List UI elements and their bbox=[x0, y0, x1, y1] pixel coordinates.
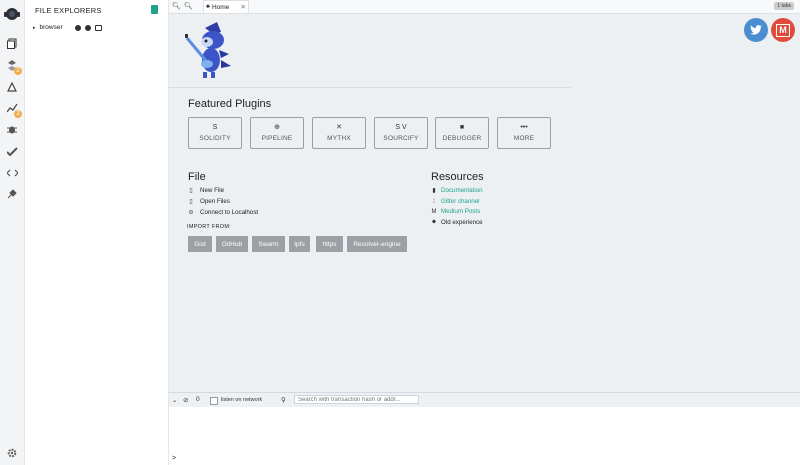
plugin-label: MORE bbox=[513, 135, 535, 142]
plugin-solidity-button[interactable]: S SOLIDITY bbox=[188, 117, 242, 149]
sourcify-icon: S V bbox=[395, 124, 407, 131]
medium-button[interactable]: M bbox=[771, 18, 795, 42]
plug-icon: ⊝ bbox=[188, 210, 194, 216]
tabs-count-badge[interactable]: 1 tabs bbox=[774, 2, 794, 10]
medium-small-icon: M bbox=[431, 208, 437, 215]
file-icon: ▯ bbox=[189, 199, 193, 205]
docs-icon[interactable] bbox=[151, 5, 158, 14]
medium-posts-link[interactable]: M Medium Posts bbox=[431, 208, 481, 215]
zoom-out-icon[interactable]: 🔍︎ bbox=[172, 2, 181, 10]
plugin-sourcify-button[interactable]: S V SOURCIFY bbox=[374, 117, 428, 149]
debugger-icon[interactable] bbox=[4, 122, 20, 136]
import-title: IMPORT FROM: bbox=[187, 224, 232, 230]
import-ipfs-button[interactable]: Ipfs bbox=[289, 236, 310, 252]
documentation-label: Documentation bbox=[441, 187, 483, 194]
plugin-label: DEBUGGER bbox=[442, 135, 482, 142]
import-swarm-button[interactable]: Swarm bbox=[252, 236, 285, 252]
plugin-label: SOLIDITY bbox=[199, 135, 231, 142]
book-icon: ▮ bbox=[432, 188, 436, 194]
twitter-icon bbox=[750, 25, 762, 35]
medium-posts-label: Medium Posts bbox=[441, 208, 481, 215]
medium-icon: M bbox=[776, 23, 790, 37]
pin-icon: ⬥ bbox=[431, 219, 437, 225]
pipeline-icon: ⊕ bbox=[274, 124, 280, 131]
icon-panel: 2 2 bbox=[0, 0, 25, 465]
terminal-search-input[interactable] bbox=[294, 395, 419, 404]
close-tab-icon[interactable]: ✕ bbox=[241, 3, 246, 11]
terminal-prompt: > bbox=[172, 455, 177, 462]
file-icon: ▯ bbox=[189, 188, 193, 194]
workspace-row[interactable]: ▸ browser bbox=[33, 24, 102, 31]
gitter-icon: ⁞ bbox=[433, 198, 435, 205]
terminal-toolbar: ⌄ ⊘ 0 listen on network ⚲ bbox=[169, 392, 800, 408]
add-file-icon[interactable] bbox=[74, 24, 81, 31]
github-icon[interactable] bbox=[84, 24, 91, 31]
plugin-icon[interactable] bbox=[4, 166, 20, 180]
analysis-badge: 2 bbox=[14, 110, 22, 118]
home-tab-label: Home bbox=[211, 3, 230, 11]
deploy-run-icon[interactable] bbox=[4, 80, 20, 94]
new-file-label: New File bbox=[200, 187, 225, 194]
search-icon: ⚲ bbox=[281, 397, 286, 404]
open-files-label: Open Files bbox=[200, 198, 230, 205]
tab-home[interactable]: ♣ Home ✕ bbox=[203, 0, 249, 13]
plugin-debugger-button[interactable]: ■ DEBUGGER bbox=[435, 117, 489, 149]
plugin-label: SOURCIFY bbox=[383, 135, 419, 142]
resources-title: Resources bbox=[431, 171, 484, 183]
gitter-label: Gitter channel bbox=[441, 198, 480, 205]
solidity-icon: S bbox=[212, 124, 218, 131]
plugin-label: MYTHX bbox=[327, 135, 351, 142]
plugin-manager-icon[interactable] bbox=[4, 187, 20, 201]
plugin-more-button[interactable]: ••• MORE bbox=[497, 117, 551, 149]
import-github-button[interactable]: GitHub bbox=[216, 236, 248, 252]
file-section-title: File bbox=[188, 171, 206, 183]
settings-icon[interactable] bbox=[4, 446, 20, 460]
connect-localhost-label: Connect to Localhost bbox=[200, 209, 259, 216]
import-resolver-engine-button[interactable]: Resolver-engine bbox=[347, 236, 407, 252]
pending-tx-count: 0 bbox=[196, 396, 200, 403]
listen-network-label: listen on network bbox=[221, 397, 263, 403]
clear-terminal-icon[interactable]: ⊘ bbox=[183, 396, 188, 404]
featured-plugins-title: Featured Plugins bbox=[188, 98, 272, 110]
compiler-badge: 2 bbox=[14, 67, 22, 75]
twitter-button[interactable] bbox=[744, 18, 768, 42]
divider bbox=[169, 87, 571, 88]
panel-title: FILE EXPLORERS bbox=[35, 6, 102, 15]
import-gist-button[interactable]: Gist bbox=[188, 236, 212, 252]
listen-network-checkbox[interactable] bbox=[210, 397, 218, 405]
plugin-label: PIPELINE bbox=[261, 135, 293, 142]
open-files-link[interactable]: ▯ Open Files bbox=[187, 198, 230, 205]
mythx-icon: ✕ bbox=[336, 124, 342, 131]
plugin-pipeline-button[interactable]: ⊕ PIPELINE bbox=[250, 117, 304, 149]
plugin-mythx-button[interactable]: ✕ MYTHX bbox=[312, 117, 366, 149]
new-file-link[interactable]: ▯ New File bbox=[187, 187, 224, 194]
file-explorers-icon[interactable] bbox=[4, 36, 20, 50]
collapse-terminal-icon[interactable]: ⌄ bbox=[172, 396, 177, 404]
import-https-button[interactable]: https bbox=[316, 236, 343, 252]
connect-localhost-link[interactable]: ⊝ Connect to Localhost bbox=[187, 209, 258, 216]
zoom-in-icon[interactable]: 🔍︎ bbox=[184, 2, 193, 10]
workspace-label[interactable]: browser bbox=[40, 24, 63, 31]
solidity-compiler-icon[interactable]: 2 bbox=[4, 58, 22, 75]
more-icon: ••• bbox=[520, 124, 528, 131]
remix-logo-icon[interactable] bbox=[3, 6, 21, 22]
debugger-plugin-icon: ■ bbox=[459, 124, 465, 131]
documentation-link[interactable]: ▮ Documentation bbox=[431, 187, 483, 194]
caret-right-icon[interactable]: ▸ bbox=[33, 25, 36, 31]
home-tab-icon: ♣ bbox=[206, 4, 210, 10]
tab-bar: 🔍︎ 🔍︎ ♣ Home ✕ 1 tabs bbox=[169, 0, 800, 14]
main-panel: 🔍︎ 🔍︎ ♣ Home ✕ 1 tabs M Featured Plugins… bbox=[169, 0, 800, 392]
old-experience-label: Old experience bbox=[441, 219, 483, 226]
unit-testing-icon[interactable] bbox=[4, 144, 20, 158]
file-explorers-panel: FILE EXPLORERS ▸ browser bbox=[25, 0, 169, 465]
remix-mascot-image bbox=[177, 20, 237, 82]
gitter-link[interactable]: ⁞ Gitter channel bbox=[431, 198, 480, 205]
old-experience-link[interactable]: ⬥ Old experience bbox=[431, 219, 483, 226]
analysis-icon[interactable]: 2 bbox=[4, 101, 22, 118]
open-folder-icon[interactable] bbox=[94, 24, 102, 31]
terminal-output[interactable]: > bbox=[169, 407, 800, 465]
